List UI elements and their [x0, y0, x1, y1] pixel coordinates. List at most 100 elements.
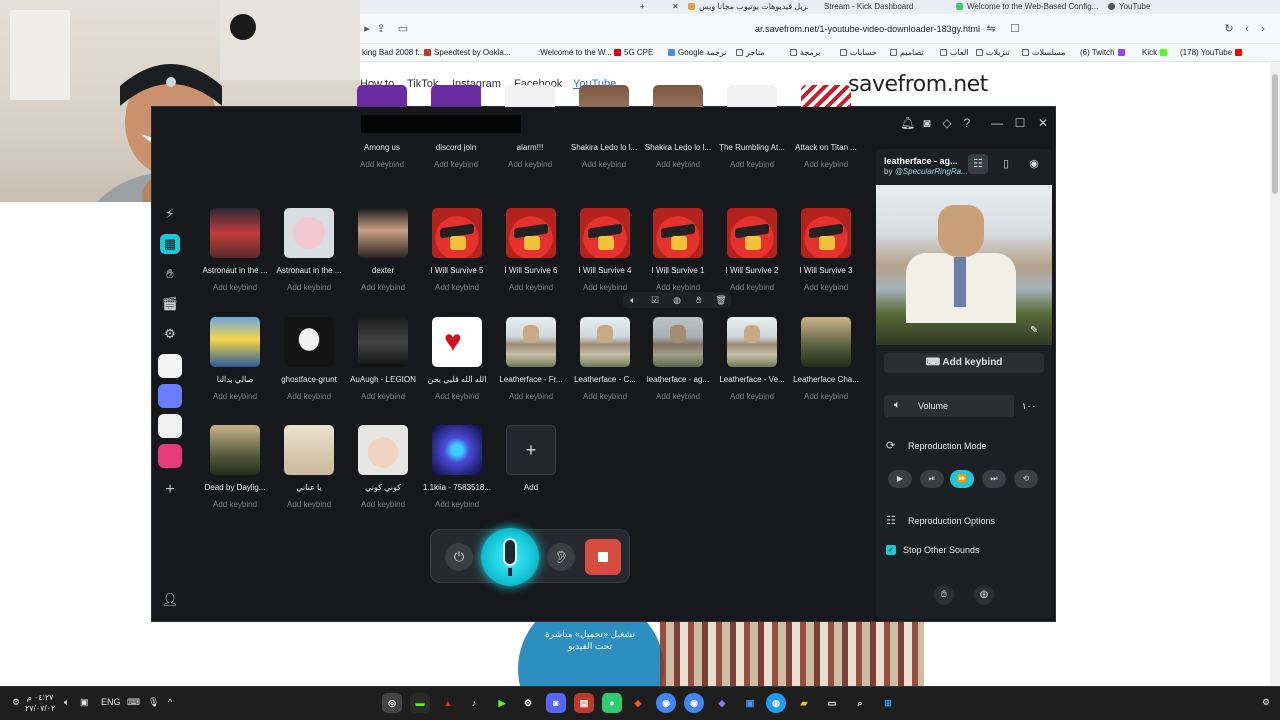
settings-icon[interactable]: ⚙︎ [12, 697, 20, 708]
play-icon[interactable]: ▶ [492, 693, 512, 713]
tab-web-config[interactable]: Welcome to the Web-Based Config... [956, 2, 1106, 12]
bookmark-item[interactable]: Google ترجمة [668, 48, 727, 57]
help-icon[interactable]: ? [960, 116, 974, 130]
bookmark-item[interactable]: Kick [1142, 48, 1170, 57]
sound-tile[interactable]: Leatherface - Fr... Add keybind [495, 317, 567, 423]
steam-icon[interactable]: ⚙ [518, 693, 538, 713]
add-keybind-button[interactable]: ⌨ Add keybind [884, 353, 1044, 373]
hand-icon[interactable]: ✋︎ [693, 294, 705, 306]
sound-tile[interactable]: Leatherface Cha... Add keybind [790, 317, 862, 423]
clock[interactable]: ٠٤:٢٧ م ٢٧/٠٧/٠٢ [25, 692, 55, 714]
rail-soundboard-icon[interactable]: ▦ [160, 234, 180, 254]
bookmark-item[interactable]: 5G CPE [614, 48, 653, 57]
add-keybind-link[interactable]: Add keybind [786, 160, 866, 169]
add-keybind-link[interactable]: Add keybind [490, 160, 570, 169]
add-keybind-link[interactable]: Add keybind [342, 160, 422, 169]
add-board-icon[interactable]: + [160, 480, 180, 500]
site-settings-icon[interactable]: ⇋ [984, 22, 998, 36]
microphone-button[interactable] [481, 528, 539, 586]
keyboard-icon[interactable]: ⌨ [127, 697, 140, 708]
user-icon[interactable]: 👤︎ [160, 590, 180, 610]
chrome-icon[interactable]: ◉ [656, 693, 676, 713]
sound-tile[interactable]: ghostface-grunt Add keybind [273, 317, 345, 423]
sound-tile[interactable]: AuAugh - LEGION Add keybind [347, 317, 419, 423]
windows-start-icon[interactable]: ⊞ [878, 693, 898, 713]
scrollbar-thumb[interactable] [1272, 74, 1278, 194]
sound-tile[interactable]: يا عناني Add keybind [273, 425, 345, 531]
add-keybind-link[interactable]: Add keybind [491, 392, 571, 401]
tab-kick[interactable]: Stream - Kick Dashboard [824, 2, 944, 12]
sound-tile[interactable]: Astronaut in the ... Add keybind [273, 208, 345, 314]
chrome-alt-icon[interactable]: ◉ [684, 693, 704, 713]
sound-author[interactable]: by @SpecularRingRa... [884, 167, 974, 176]
vpn-icon[interactable]: ◆ [712, 693, 732, 713]
stop-all-button[interactable] [585, 539, 621, 575]
new-tab-button[interactable]: + [640, 2, 645, 12]
screen-icon[interactable]: ▭ [396, 22, 410, 36]
board-avatar[interactable] [158, 354, 182, 378]
play-overlap-icon[interactable]: ⏩ [950, 470, 974, 488]
network-icon[interactable]: ▣ [80, 697, 89, 708]
add-keybind-link[interactable]: Add keybind [269, 500, 349, 509]
add-keybind-link[interactable]: Add keybind [195, 392, 275, 401]
settings-gear-icon[interactable]: ⚙︎ [1262, 697, 1270, 708]
listen-button[interactable]: 👂︎ [547, 543, 575, 571]
board-avatar[interactable] [158, 384, 182, 408]
page-scrollbar[interactable] [1270, 62, 1280, 687]
rail-hand-icon[interactable]: ✋︎ [160, 264, 180, 284]
stop-other-sounds-checkbox[interactable]: ✓ [886, 545, 896, 555]
bookmark-folder[interactable]: تصاميم [890, 48, 924, 57]
add-keybind-link[interactable]: Add keybind [712, 392, 792, 401]
sound-tile[interactable]: ♥ الله الله قلبي يحن Add keybind [421, 317, 493, 423]
sound-tile[interactable]: I Will Survive 3 Add keybind [790, 208, 862, 314]
tab-savefrom[interactable]: تنزيل فيديوهات يوتيوب مجاناً وبس... [688, 2, 808, 12]
book-tab-icon[interactable]: ▯ [996, 154, 1016, 174]
add-keybind-link[interactable]: Add keybind [417, 392, 497, 401]
delete-icon[interactable]: 🗑︎ [715, 294, 727, 306]
bookmark-folder[interactable]: العاب [940, 48, 969, 57]
bookmark-item[interactable]: :Welcome to the W... [538, 48, 612, 57]
obs-icon[interactable]: ▬ [410, 693, 430, 713]
sound-tile[interactable]: Dead by Daylig... Add keybind [199, 425, 271, 531]
add-keybind-link[interactable]: Add keybind [712, 283, 792, 292]
site-logo[interactable]: savefrom.net [848, 72, 988, 97]
hand-icon[interactable]: ✋︎ [934, 585, 954, 605]
bell-icon[interactable]: 🔔︎ [900, 116, 915, 130]
search-icon[interactable]: ⌕ [850, 693, 870, 713]
sound-tile-selected[interactable]: leatherface - ag... Add keybind [642, 317, 714, 423]
add-keybind-link[interactable]: Add keybind [195, 283, 275, 292]
sound-tile[interactable]: Astronaut in the ... Add keybind [199, 208, 271, 314]
rail-settings-icon[interactable]: ⚙︎ [160, 324, 180, 344]
add-keybind-link[interactable]: Add keybind [712, 160, 792, 169]
media-icon[interactable]: ▤ [574, 693, 594, 713]
add-keybind-link[interactable]: Add keybind [491, 283, 571, 292]
url-field[interactable]: ar.savefrom.net/1-youtube-video-download… [420, 20, 980, 38]
add-keybind-link[interactable]: Add keybind [786, 392, 866, 401]
bookmark-item[interactable]: (6) Twitch [1080, 48, 1128, 57]
mic-icon[interactable]: 🎙︎ [148, 697, 159, 708]
sound-tile[interactable]: dexter Add keybind [347, 208, 419, 314]
add-keybind-link[interactable]: Add keybind [564, 160, 644, 169]
bookmark-folder[interactable]: مسلسلات [1022, 48, 1066, 57]
add-keybind-link[interactable]: Add keybind [343, 500, 423, 509]
extension-icon[interactable]: ⇪ [374, 22, 388, 36]
add-sound-tile[interactable]: + Add [495, 425, 567, 531]
loop-icon[interactable]: ⟲ [1014, 470, 1038, 488]
play-once-icon[interactable]: ▶ [888, 470, 912, 488]
add-keybind-link[interactable]: Add keybind [565, 392, 645, 401]
tab-youtube[interactable]: YouTube [1108, 2, 1188, 12]
add-keybind-link[interactable]: Add keybind [269, 283, 349, 292]
language-indicator[interactable]: ENG [101, 697, 121, 707]
adobe-icon[interactable]: ▲ [438, 693, 458, 713]
speaker-icon[interactable]: 🔈︎ [64, 697, 69, 708]
add-keybind-link[interactable]: Add keybind [565, 283, 645, 292]
palette-icon[interactable]: ◍ [974, 585, 994, 605]
add-keybind-link[interactable]: Add keybind [416, 160, 496, 169]
play-restart-icon[interactable]: ⏭ [982, 470, 1006, 488]
tiktok-icon[interactable]: ♪ [464, 693, 484, 713]
sound-tile[interactable]: كوني كوني Add keybind [347, 425, 419, 531]
bookmark-folder[interactable]: حسابات [840, 48, 877, 57]
chevron-up-icon[interactable]: ^ [168, 697, 172, 707]
bookmark-folder[interactable]: متاجر [736, 48, 765, 57]
play-pause-icon[interactable]: ⏯ [920, 470, 944, 488]
